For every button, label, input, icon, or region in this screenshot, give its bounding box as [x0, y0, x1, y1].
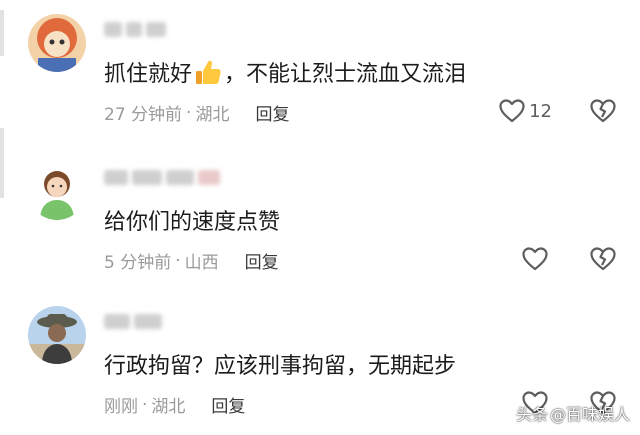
comment-location: 湖北 [195, 105, 230, 125]
dislike-button[interactable] [590, 99, 616, 123]
reply-button[interactable]: 回复 [211, 392, 245, 417]
comment-time: 刚刚 [104, 397, 138, 417]
comment-text: 抓住就好 ，不能让烈士流血又流泪 [104, 56, 466, 88]
dislike-button[interactable] [590, 247, 616, 271]
like-button[interactable]: 12 [499, 99, 552, 123]
comment-item: 给你们的速度点赞 5 分钟前 · 山西 回复 [0, 148, 640, 288]
comment-location: 山西 [184, 253, 219, 273]
meta-separator: · [186, 102, 192, 123]
username-obscured[interactable] [104, 166, 220, 188]
comment-text-part: 行政拘留？应该刑事拘留，无期起步 [104, 354, 457, 379]
like-button[interactable] [522, 247, 552, 271]
comment-text: 给你们的速度点赞 [104, 204, 280, 236]
comment-meta: 刚刚 · 湖北 回复 [104, 392, 245, 418]
comment-location: 湖北 [151, 397, 186, 417]
like-count: 12 [529, 100, 552, 122]
reply-button[interactable]: 回复 [255, 100, 289, 125]
watermark: 头条 @百味娱人 [516, 401, 630, 425]
broken-heart-icon [590, 99, 616, 123]
comment-text: 行政拘留？应该刑事拘留，无期起步 [104, 348, 456, 380]
broken-heart-icon [590, 247, 616, 271]
comment-text-part: ，不能让烈士流血又流泪 [224, 62, 467, 87]
heart-icon [522, 247, 548, 271]
comment-text-part: 抓住就好 [104, 62, 193, 87]
avatar[interactable] [28, 306, 86, 364]
reply-button[interactable]: 回复 [245, 248, 279, 273]
watermark-account: @百味娱人 [549, 405, 630, 424]
avatar[interactable] [28, 162, 86, 220]
comment-text-part: 给你们的速度点赞 [104, 210, 281, 235]
comment-meta: 5 分钟前 · 山西 回复 [104, 248, 279, 274]
comment-time: 27 分钟前 [104, 105, 183, 125]
heart-icon [499, 99, 525, 123]
comment-meta: 27 分钟前 · 湖北 回复 [104, 100, 289, 126]
meta-separator: · [142, 394, 148, 415]
meta-separator: · [175, 250, 181, 271]
username-obscured[interactable] [104, 310, 162, 332]
thumbs-up-emoji-icon [194, 58, 222, 86]
comment-time: 5 分钟前 [104, 253, 172, 273]
watermark-platform: 头条 [515, 405, 548, 424]
username-obscured[interactable] [104, 18, 166, 40]
comment-item: 抓住就好 ，不能让烈士流血又流泪 27 分钟前 · 湖北 回复 12 [0, 0, 640, 140]
avatar[interactable] [28, 14, 86, 72]
